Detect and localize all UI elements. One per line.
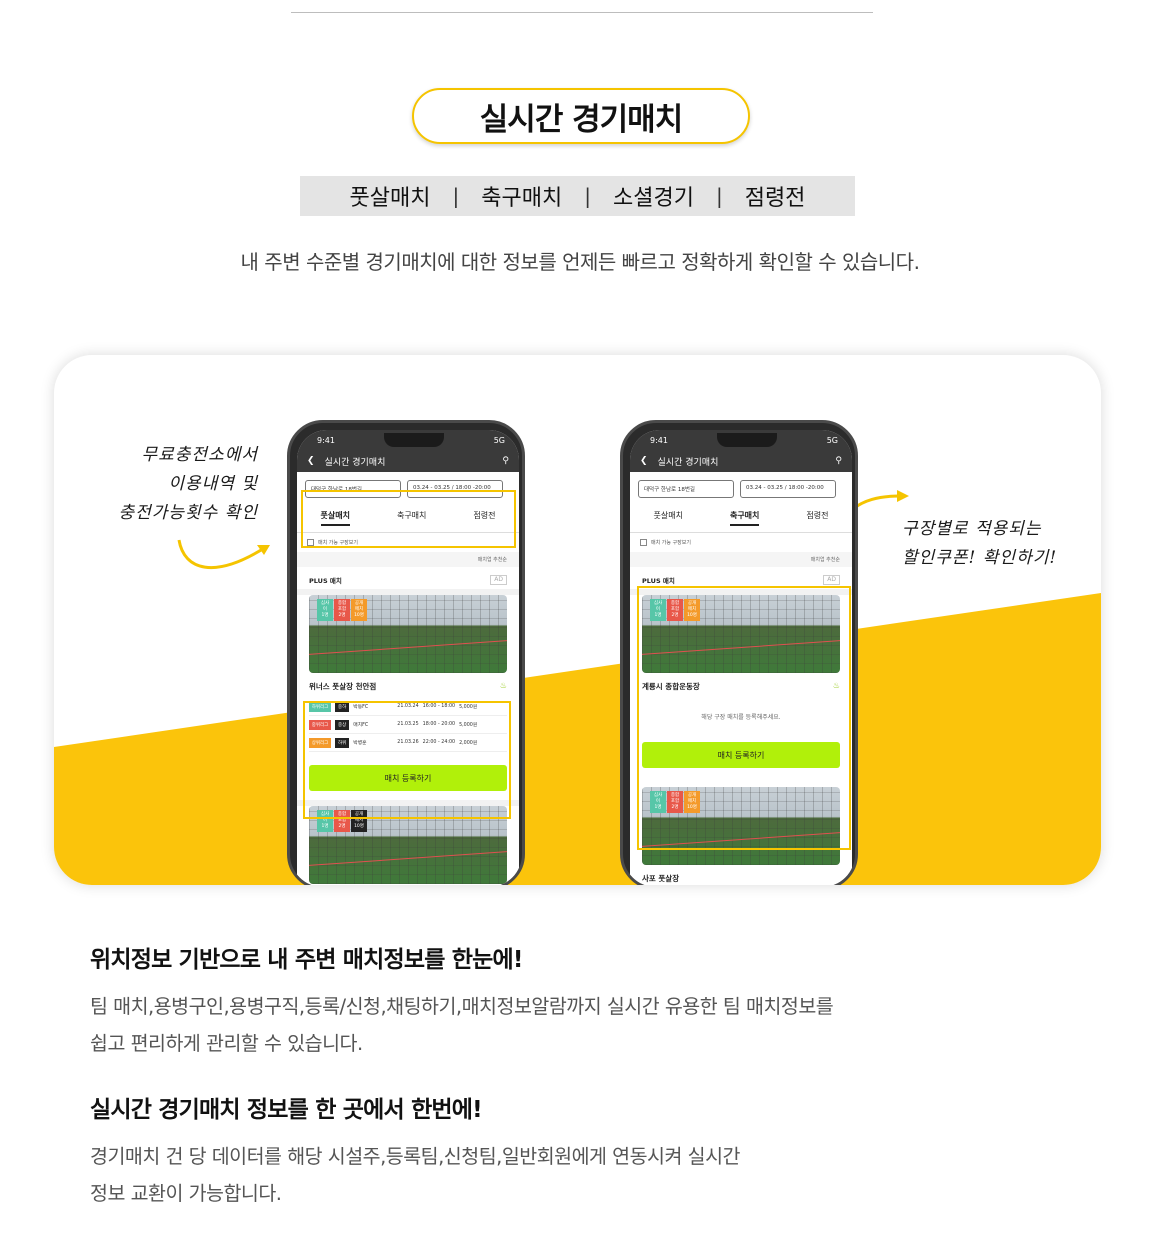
bell-icon[interactable]: ♨: [500, 681, 507, 692]
venue-name: 위너스 풋살장 천안점 ♨: [297, 673, 519, 694]
feature-section-realtime: 실시간 경기매치 정보를 한 곳에서 한번에! 경기매치 건 당 데이터를 해당…: [90, 1090, 990, 1212]
category-separator: |: [584, 184, 591, 208]
plus-header: PLUS 매치 AD: [297, 567, 519, 589]
category-bar: 풋살매치 | 축구매치 | 소셜경기 | 점령전: [300, 176, 855, 216]
category-separator: |: [715, 184, 723, 208]
category-soccer[interactable]: 축구매치: [481, 180, 562, 212]
showcase-panel: 무료충전소에서 이용내역 및 충전가능횟수 확인 구장별로 적용되는 할인쿠폰!…: [54, 355, 1101, 885]
badge: 종합포함 2명: [334, 599, 350, 621]
category-futsal[interactable]: 풋살매치: [350, 180, 431, 212]
tab-futsal[interactable]: 풋살매치: [654, 510, 683, 526]
section-body: 경기매치 건 당 데이터를 해당 시설주,등록팀,신청팀,일반회원에게 연동시켜…: [90, 1145, 740, 1205]
status-bar: 9:41 5G: [630, 430, 852, 450]
venue-photo[interactable]: 심사이 1명 종합포함 2명 공개매치 10명: [309, 595, 507, 673]
camera-notch: [384, 433, 445, 447]
feature-section-location: 위치정보 기반으로 내 주변 매치정보를 한눈에! 팀 매치,용병구인,용병구직…: [90, 940, 990, 1062]
option-row: 매치 가능 구장보기: [630, 533, 852, 552]
page-title: 실시간 경기매치: [412, 88, 750, 144]
note-right: 구장별로 적용되는 할인쿠폰! 확인하기!: [902, 519, 1058, 568]
filter-row: 대덕구 한남로 18번길 03.24 - 03.25 / 18:00 -20:0…: [630, 472, 852, 502]
ad-badge: AD: [823, 575, 840, 585]
location-filter[interactable]: 대덕구 한남로 18번길: [638, 480, 734, 498]
camera-notch: [717, 433, 778, 447]
venue-name: 사포 풋살장: [630, 865, 852, 885]
sort-label[interactable]: 매치업 추천순: [297, 552, 519, 567]
section-heading: 위치정보 기반으로 내 주변 매치정보를 한눈에!: [90, 947, 523, 973]
sort-label[interactable]: 매치업 추천순: [630, 552, 852, 567]
badge: 공개매치 10명: [351, 599, 367, 621]
tab-highlight-box: [301, 490, 516, 548]
intro-text: 내 주변 수준별 경기매치에 대한 정보를 언제든 빠르고 정확하게 확인할 수…: [240, 250, 920, 274]
category-social[interactable]: 소셜경기: [613, 180, 694, 212]
section-body: 팀 매치,용병구인,용병구직,등록/신청,채팅하기,매치정보알람까지 실시간 유…: [90, 995, 834, 1055]
app-bar: ❮ 실시간 경기매치 ⚲: [630, 450, 852, 472]
back-icon[interactable]: ❮: [307, 456, 315, 466]
app-bar: ❮ 실시간 경기매치 ⚲: [297, 450, 519, 472]
app-title: 실시간 경기매치: [324, 457, 386, 468]
top-divider: [291, 12, 873, 13]
search-icon[interactable]: ⚲: [502, 456, 509, 466]
status-bar: 9:41 5G: [297, 430, 519, 450]
tab-conquest[interactable]: 점령전: [806, 510, 828, 526]
showcase-background: [54, 490, 1101, 885]
venue-highlight-box: [637, 586, 851, 850]
badge: 심사이 1명: [317, 599, 333, 621]
match-list-highlight-box: [303, 701, 511, 819]
ad-badge: AD: [490, 575, 507, 585]
back-icon[interactable]: ❮: [640, 456, 648, 466]
badge-group: 심사이 1명 종합포함 2명 공개매치 10명: [317, 599, 367, 621]
tab-bar: 풋살매치 축구매치 점령전: [630, 502, 852, 533]
category-separator: |: [452, 184, 460, 208]
category-conquest[interactable]: 점령전: [745, 180, 806, 212]
checkbox[interactable]: [640, 539, 647, 546]
date-filter[interactable]: 03.24 - 03.25 / 18:00 -20:00: [740, 480, 836, 498]
app-title: 실시간 경기매치: [657, 457, 719, 468]
search-icon[interactable]: ⚲: [835, 456, 842, 466]
section-heading: 실시간 경기매치 정보를 한 곳에서 한번에!: [90, 1097, 483, 1123]
note-left: 무료충전소에서 이용내역 및 충전가능횟수 확인: [118, 445, 258, 523]
tab-soccer[interactable]: 축구매치: [729, 510, 760, 526]
